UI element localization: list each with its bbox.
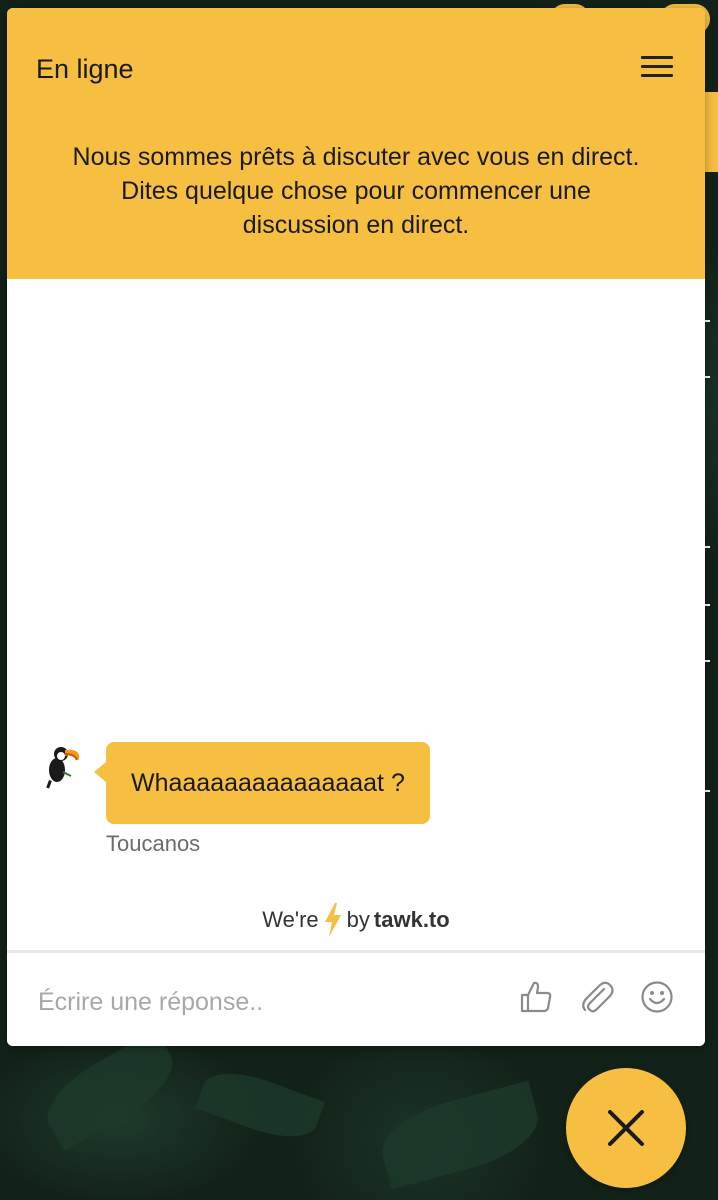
- background-leaf: [34, 1029, 186, 1151]
- smiley-icon[interactable]: [639, 979, 675, 1015]
- welcome-line: discussion en direct.: [242, 211, 470, 239]
- welcome-line: Dites quelque chose pour commencer une: [121, 177, 591, 205]
- message-sender: Toucanos: [106, 831, 201, 856]
- welcome-line: Nous sommes prêts à discuter avec vous e…: [72, 143, 640, 171]
- background-leaf: [373, 1080, 547, 1190]
- powered-prefix: We're: [262, 907, 319, 932]
- message-bubble: Whaaaaaaaaaaaaaaat ?: [94, 742, 430, 824]
- powered-by-link[interactable]: We're by tawk.to: [7, 903, 705, 937]
- reply-input[interactable]: [36, 983, 470, 1021]
- paperclip-icon[interactable]: [578, 979, 614, 1015]
- lightning-bolt-icon: [324, 903, 341, 937]
- background-leaf: [195, 1060, 325, 1150]
- chat-header: En ligne Nous sommes prêts à discuter av…: [7, 8, 705, 279]
- welcome-message: Nous sommes prêts à discuter avec vous e…: [27, 140, 685, 242]
- powered-middle: by: [346, 907, 370, 932]
- close-chat-button[interactable]: [566, 1068, 686, 1188]
- tawkto-brand: tawk.to: [373, 907, 450, 932]
- close-icon: [608, 1110, 644, 1146]
- chat-widget: En ligne Nous sommes prêts à discuter av…: [7, 8, 705, 1046]
- toucan-avatar-icon: [46, 747, 80, 789]
- hamburger-menu-icon[interactable]: [641, 56, 673, 80]
- status-label: En ligne: [36, 54, 134, 84]
- message-composer: [7, 950, 705, 1046]
- thumbs-up-icon[interactable]: [518, 979, 554, 1015]
